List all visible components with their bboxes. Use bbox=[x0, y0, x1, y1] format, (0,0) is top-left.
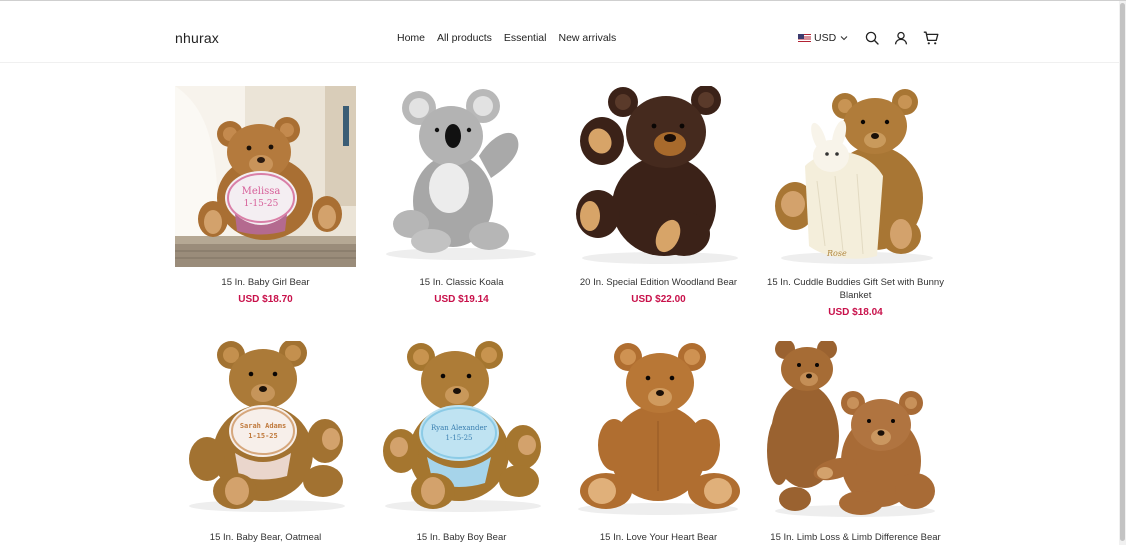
product-title[interactable]: 15 In. Baby Bear, Oatmeal bbox=[175, 531, 356, 544]
bib-date-text: 1-15-25 bbox=[244, 199, 279, 209]
bib-name-text: Ryan Alexander bbox=[431, 424, 488, 432]
chevron-down-icon bbox=[840, 36, 848, 41]
product-image[interactable]: Rose bbox=[765, 86, 946, 267]
product-image[interactable] bbox=[765, 341, 946, 522]
product-title[interactable]: 20 In. Special Edition Woodland Bear bbox=[568, 276, 749, 289]
product-image[interactable]: Melissa 1-15-25 bbox=[175, 86, 356, 267]
product-title[interactable]: 15 In. Cuddle Buddies Gift Set with Bunn… bbox=[765, 276, 946, 302]
product-price: USD $22.00 bbox=[631, 294, 686, 305]
product-card[interactable]: Ryan Alexander 1-15-25 15 In. Baby Boy B… bbox=[371, 341, 552, 545]
page-scrollbar[interactable] bbox=[1119, 1, 1126, 545]
product-card[interactable]: 15 In. Classic Koala USD $19.14 bbox=[371, 86, 552, 305]
bib-date-text: 1-15-25 bbox=[446, 434, 473, 442]
product-price: USD $19.14 bbox=[434, 294, 489, 305]
product-title[interactable]: 15 In. Baby Boy Bear bbox=[371, 531, 552, 544]
product-image[interactable]: Ryan Alexander 1-15-25 bbox=[371, 341, 552, 522]
product-card[interactable]: 15 In. Love Your Heart Bear bbox=[568, 341, 749, 545]
product-image[interactable]: Sarah Adams 1-15-25 bbox=[175, 341, 356, 522]
main-nav: Home All products Essential New arrivals bbox=[397, 32, 616, 44]
nav-home[interactable]: Home bbox=[397, 32, 425, 44]
product-image[interactable] bbox=[371, 86, 552, 267]
account-icon[interactable] bbox=[894, 31, 908, 45]
cart-icon[interactable] bbox=[923, 31, 939, 45]
nav-all-products[interactable]: All products bbox=[437, 32, 492, 44]
product-title[interactable]: 15 In. Limb Loss & Limb Difference Bear bbox=[765, 531, 946, 544]
currency-selector[interactable]: USD bbox=[798, 32, 849, 44]
product-card[interactable]: 20 In. Special Edition Woodland Bear USD… bbox=[568, 86, 749, 305]
product-price: USD $18.70 bbox=[238, 294, 293, 305]
blanket-name-text: Rose bbox=[826, 249, 847, 258]
product-image[interactable] bbox=[568, 86, 749, 267]
site-header: nhurax Home All products Essential New a… bbox=[0, 1, 1119, 63]
product-price: USD $18.04 bbox=[828, 307, 883, 318]
store-logo[interactable]: nhurax bbox=[175, 30, 219, 46]
bib-name-text: Melissa bbox=[242, 186, 281, 197]
product-title[interactable]: 15 In. Love Your Heart Bear bbox=[568, 531, 749, 544]
scrollbar-thumb[interactable] bbox=[1120, 3, 1125, 541]
bib-name-text: Sarah Adams bbox=[240, 422, 286, 430]
bib-date-text: 1-15-25 bbox=[248, 432, 278, 440]
nav-essential[interactable]: Essential bbox=[504, 32, 547, 44]
product-title[interactable]: 15 In. Classic Koala bbox=[371, 276, 552, 289]
product-card[interactable]: Sarah Adams 1-15-25 15 In. Baby Bear, Oa… bbox=[175, 341, 356, 545]
product-image[interactable] bbox=[568, 341, 749, 522]
search-icon[interactable] bbox=[865, 31, 879, 45]
nav-new-arrivals[interactable]: New arrivals bbox=[558, 32, 616, 44]
product-title[interactable]: 15 In. Baby Girl Bear bbox=[175, 276, 356, 289]
product-card[interactable]: Melissa 1-15-25 15 In. Baby Girl Bear US… bbox=[175, 86, 356, 305]
product-card[interactable]: 15 In. Limb Loss & Limb Difference Bear bbox=[765, 341, 946, 545]
us-flag-icon bbox=[798, 34, 811, 42]
product-card[interactable]: Rose 15 In. Cuddle Buddies Gift Set with… bbox=[765, 86, 946, 318]
currency-label: USD bbox=[814, 32, 837, 44]
